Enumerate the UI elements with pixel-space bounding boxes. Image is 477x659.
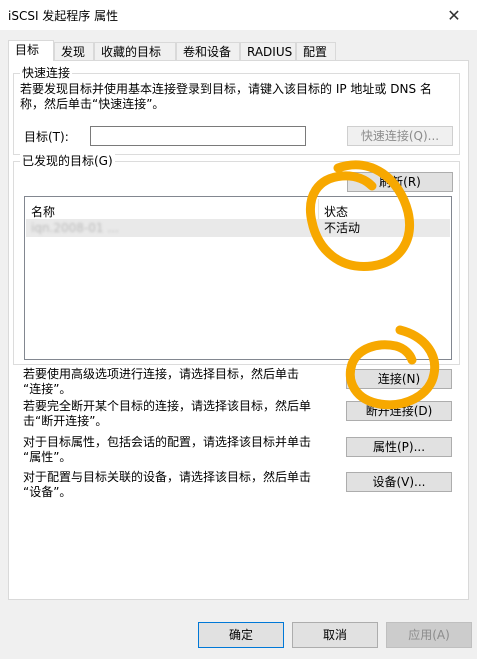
tab-targets[interactable]: 目标 <box>8 40 54 61</box>
quick-connect-label: 快速连接 <box>20 66 73 80</box>
target-status-cell: 不活动 <box>324 221 361 235</box>
column-name[interactable]: 名称 <box>31 203 55 220</box>
targets-panel: 快速连接 若要发现目标并使用基本连接登录到目标，请键入该目标的 IP 地址或 D… <box>8 60 469 600</box>
column-divider[interactable] <box>318 199 319 219</box>
properties-description: 对于目标属性，包括会话的配置，请选择该目标并单击 “属性”。 <box>23 435 312 464</box>
tab-favorite-targets[interactable]: 收藏的目标 <box>94 42 176 60</box>
target-name-cell: iqn.2008-01 ... <box>31 221 119 235</box>
tab-volumes-devices[interactable]: 卷和设备 <box>176 42 240 60</box>
refresh-button[interactable]: 刷新(R) <box>347 172 453 192</box>
ok-button[interactable]: 确定 <box>198 622 284 648</box>
tab-discovery[interactable]: 发现 <box>54 42 94 60</box>
properties-button[interactable]: 属性(P)... <box>346 437 452 457</box>
connect-button[interactable]: 连接(N) <box>346 369 452 389</box>
quick-connect-button[interactable]: 快速连接(Q)... <box>347 126 453 146</box>
apply-button[interactable]: 应用(A) <box>386 622 472 648</box>
close-icon[interactable]: ✕ <box>431 0 477 30</box>
column-status[interactable]: 状态 <box>324 203 348 220</box>
table-row[interactable]: iqn.2008-01 ... 不活动 <box>26 219 450 237</box>
quick-connect-group: 快速连接 若要发现目标并使用基本连接登录到目标，请键入该目标的 IP 地址或 D… <box>13 66 460 155</box>
window-title: iSCSI 发起程序 属性 <box>8 9 119 23</box>
target-label: 目标(T): <box>24 130 69 144</box>
disconnect-description: 若要完全断开某个目标的连接，请选择该目标，然后单 击“断开连接”。 <box>23 399 312 428</box>
tab-configuration[interactable]: 配置 <box>296 42 336 60</box>
connect-description: 若要使用高级选项进行连接，请选择目标，然后单击 “连接”。 <box>23 367 300 396</box>
title-bar: iSCSI 发起程序 属性 ✕ <box>0 0 477 30</box>
quick-connect-description: 若要发现目标并使用基本连接登录到目标，请键入该目标的 IP 地址或 DNS 名 … <box>20 82 432 111</box>
cancel-button[interactable]: 取消 <box>292 622 378 648</box>
tab-radius[interactable]: RADIUS <box>240 42 296 60</box>
targets-list[interactable]: 名称 状态 iqn.2008-01 ... 不活动 <box>24 196 452 360</box>
devices-button[interactable]: 设备(V)... <box>346 472 452 492</box>
target-input[interactable] <box>90 126 306 146</box>
discovered-targets-label: 已发现的目标(G) <box>20 154 115 168</box>
devices-description: 对于配置与目标关联的设备，请选择该目标，然后单击 “设备”。 <box>23 470 312 499</box>
disconnect-button[interactable]: 断开连接(D) <box>346 401 452 421</box>
discovered-targets-group: 已发现的目标(G) 刷新(R) 名称 状态 iqn.2008-01 ... 不活… <box>13 154 460 365</box>
